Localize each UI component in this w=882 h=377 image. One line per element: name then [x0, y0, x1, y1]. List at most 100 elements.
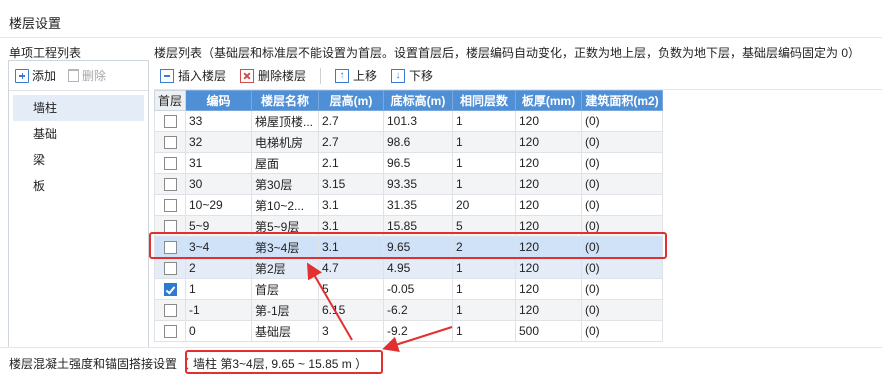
cell-bottom[interactable]: 4.95 [383, 257, 453, 279]
cell-bottom[interactable]: 31.35 [383, 194, 453, 216]
cell-count[interactable]: 1 [452, 278, 516, 300]
cell-area[interactable]: (0) [581, 215, 663, 237]
first-floor-checkbox[interactable] [163, 199, 177, 213]
cell-count[interactable]: 1 [452, 152, 516, 174]
col-code[interactable]: 编码 [185, 90, 252, 111]
cell-area[interactable]: (0) [581, 278, 663, 300]
cell-count[interactable]: 1 [452, 299, 516, 321]
col-name[interactable]: 楼层名称 [251, 90, 319, 111]
cell-thickness[interactable]: 120 [515, 173, 582, 195]
insert-floor-button[interactable]: 插入楼层 [160, 67, 226, 84]
delete-floor-button[interactable]: 删除楼层 [240, 67, 306, 84]
add-button[interactable]: 添加 [15, 67, 56, 84]
cell-count[interactable]: 20 [452, 194, 516, 216]
cell-name[interactable]: 基础层 [251, 320, 319, 342]
table-row[interactable]: 30 第30层 3.15 93.35 1 120 (0) [154, 173, 663, 195]
cell-area[interactable]: (0) [581, 320, 663, 342]
cell-code[interactable]: -1 [185, 299, 252, 321]
cell-bottom[interactable]: -6.2 [383, 299, 453, 321]
cell-name[interactable]: 第10~2... [251, 194, 319, 216]
cell-bottom[interactable]: 101.3 [383, 110, 453, 132]
cell-count[interactable]: 1 [452, 320, 516, 342]
cell-name[interactable]: 第5~9层 [251, 215, 319, 237]
cell-count[interactable]: 1 [452, 110, 516, 132]
list-item[interactable]: 板 [9, 173, 148, 199]
first-floor-checkbox[interactable] [163, 136, 177, 150]
delete-button[interactable]: 删除 [68, 67, 106, 84]
list-item[interactable]: 墙柱 [13, 95, 144, 121]
table-row[interactable]: 5~9 第5~9层 3.1 15.85 5 120 (0) [154, 215, 663, 237]
cell-thickness[interactable]: 500 [515, 320, 582, 342]
first-floor-checkbox[interactable] [163, 157, 177, 171]
cell-code[interactable]: 0 [185, 320, 252, 342]
table-row[interactable]: 10~29 第10~2... 3.1 31.35 20 120 (0) [154, 194, 663, 216]
table-row[interactable]: -1 第-1层 6.15 -6.2 1 120 (0) [154, 299, 663, 321]
cell-thickness[interactable]: 120 [515, 299, 582, 321]
table-row[interactable]: 33 梯屋顶楼... 2.7 101.3 1 120 (0) [154, 110, 663, 132]
cell-name[interactable]: 屋面 [251, 152, 319, 174]
col-thickness[interactable]: 板厚(mm) [515, 90, 582, 111]
cell-bottom[interactable]: 96.5 [383, 152, 453, 174]
table-row[interactable]: 32 电梯机房 2.7 98.6 1 120 (0) [154, 131, 663, 153]
cell-name[interactable]: 第3~4层 [251, 236, 319, 258]
cell-height[interactable]: 6.15 [318, 299, 384, 321]
cell-count[interactable]: 1 [452, 257, 516, 279]
cell-area[interactable]: (0) [581, 299, 663, 321]
cell-count[interactable]: 2 [452, 236, 516, 258]
cell-area[interactable]: (0) [581, 110, 663, 132]
first-floor-checkbox[interactable] [163, 325, 177, 339]
table-row[interactable]: 31 屋面 2.1 96.5 1 120 (0) [154, 152, 663, 174]
cell-height[interactable]: 5 [318, 278, 384, 300]
cell-code[interactable]: 10~29 [185, 194, 252, 216]
cell-height[interactable]: 2.7 [318, 110, 384, 132]
cell-name[interactable]: 首层 [251, 278, 319, 300]
first-floor-checkbox[interactable] [163, 304, 177, 318]
cell-bottom[interactable]: 9.65 [383, 236, 453, 258]
cell-height[interactable]: 3.15 [318, 173, 384, 195]
first-floor-checkbox[interactable] [163, 220, 177, 234]
first-floor-checkbox[interactable] [163, 178, 177, 192]
cell-code[interactable]: 31 [185, 152, 252, 174]
col-first-floor[interactable]: 首层 [154, 90, 186, 111]
cell-area[interactable]: (0) [581, 194, 663, 216]
table-row[interactable]: 3~4 第3~4层 3.1 9.65 2 120 (0) [154, 236, 663, 258]
first-floor-checkbox[interactable] [163, 283, 177, 297]
cell-bottom[interactable]: 93.35 [383, 173, 453, 195]
move-up-button[interactable]: ↑ 上移 [335, 67, 377, 84]
cell-name[interactable]: 第2层 [251, 257, 319, 279]
cell-name[interactable]: 第-1层 [251, 299, 319, 321]
col-bottom[interactable]: 底标高(m) [383, 90, 453, 111]
cell-code[interactable]: 5~9 [185, 215, 252, 237]
cell-thickness[interactable]: 120 [515, 194, 582, 216]
cell-thickness[interactable]: 120 [515, 152, 582, 174]
cell-thickness[interactable]: 120 [515, 236, 582, 258]
col-count[interactable]: 相同层数 [452, 90, 516, 111]
cell-code[interactable]: 33 [185, 110, 252, 132]
col-area[interactable]: 建筑面积(m2) [581, 90, 663, 111]
table-row[interactable]: 1 首层 5 -0.05 1 120 (0) [154, 278, 663, 300]
cell-area[interactable]: (0) [581, 152, 663, 174]
first-floor-checkbox[interactable] [163, 115, 177, 129]
cell-height[interactable]: 2.7 [318, 131, 384, 153]
cell-code[interactable]: 3~4 [185, 236, 252, 258]
cell-area[interactable]: (0) [581, 173, 663, 195]
cell-name[interactable]: 第30层 [251, 173, 319, 195]
cell-height[interactable]: 3.1 [318, 215, 384, 237]
first-floor-checkbox[interactable] [163, 262, 177, 276]
cell-area[interactable]: (0) [581, 257, 663, 279]
cell-area[interactable]: (0) [581, 236, 663, 258]
cell-count[interactable]: 1 [452, 173, 516, 195]
cell-thickness[interactable]: 120 [515, 215, 582, 237]
cell-thickness[interactable]: 120 [515, 278, 582, 300]
cell-thickness[interactable]: 120 [515, 131, 582, 153]
cell-height[interactable]: 3 [318, 320, 384, 342]
cell-height[interactable]: 3.1 [318, 194, 384, 216]
move-down-button[interactable]: ↓ 下移 [391, 67, 433, 84]
cell-count[interactable]: 5 [452, 215, 516, 237]
cell-thickness[interactable]: 120 [515, 110, 582, 132]
list-item[interactable]: 梁 [9, 147, 148, 173]
cell-bottom[interactable]: -0.05 [383, 278, 453, 300]
cell-height[interactable]: 4.7 [318, 257, 384, 279]
cell-count[interactable]: 1 [452, 131, 516, 153]
cell-height[interactable]: 3.1 [318, 236, 384, 258]
